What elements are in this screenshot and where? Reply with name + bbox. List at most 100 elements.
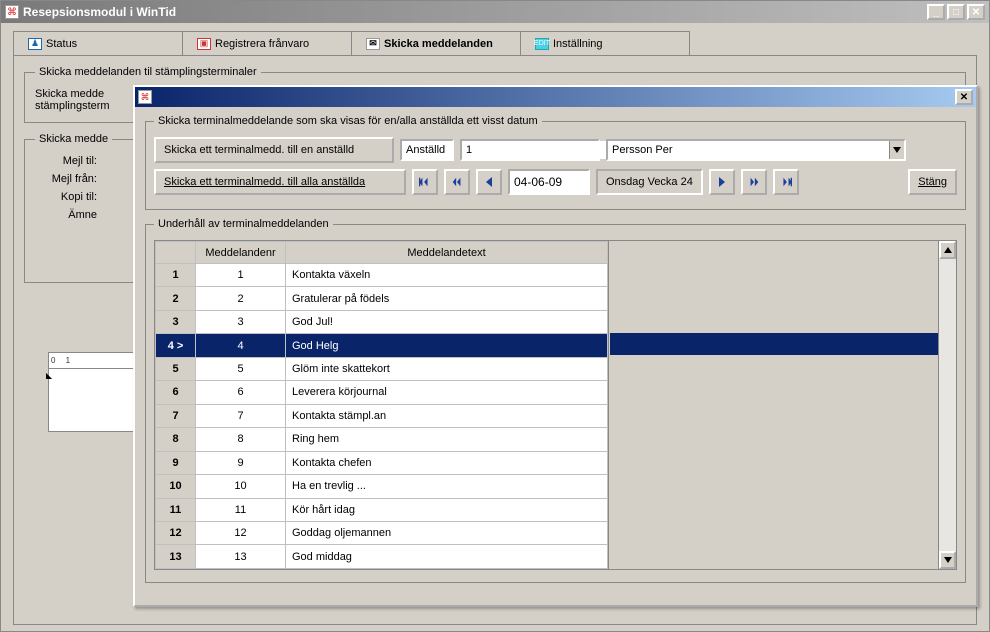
group-maintenance: Underhåll av terminalmeddelanden Meddela… [145,218,966,583]
person-combo[interactable] [606,139,906,161]
cell-nr[interactable]: 2 [196,287,286,310]
nav-next-fast-button[interactable] [741,169,767,195]
tab-registrera[interactable]: ▣ Registrera frånvaro [182,31,352,55]
table-row[interactable]: 33God Jul! [156,310,608,333]
cell-text[interactable]: Leverera körjournal [286,381,608,404]
row-header[interactable]: 2 [156,287,196,310]
label-kopi-til: Kopi til: [35,191,97,203]
anstalld-combo[interactable] [460,139,600,161]
dialog-close-button[interactable]: ✕ [955,89,973,105]
cell-text[interactable]: Kontakta stämpl.an [286,404,608,427]
cell-text[interactable]: Kontakta chefen [286,451,608,474]
stang-button[interactable]: Stäng [908,169,957,195]
row-header[interactable]: 10 [156,475,196,498]
cell-nr[interactable]: 6 [196,381,286,404]
messages-table[interactable]: Meddelandenr Meddelandetext 11Kontakta v… [155,241,608,569]
scroll-down-button[interactable] [939,551,956,569]
cell-nr[interactable]: 12 [196,521,286,544]
nav-next-button[interactable] [709,169,735,195]
minimize-button[interactable]: _ [927,4,945,20]
anstalld-input[interactable] [462,141,612,159]
table-row[interactable]: 1212Goddag oljemannen [156,521,608,544]
table-row[interactable]: 4 >4God Helg [156,334,608,357]
cell-nr[interactable]: 5 [196,357,286,380]
cell-nr[interactable]: 3 [196,310,286,333]
date-input[interactable] [508,169,590,195]
scroll-track[interactable] [939,259,956,551]
table-row[interactable]: 1111Kör hårt idag [156,498,608,521]
status-icon: ♟ [28,38,42,50]
cell-text[interactable]: Glöm inte skattekort [286,357,608,380]
cell-text[interactable]: God middag [286,545,608,569]
tab-skicka[interactable]: ✉ Skicka meddelanden [351,31,521,55]
person-dropdown-icon[interactable] [889,141,904,159]
tab-status[interactable]: ♟ Status [13,31,183,55]
cell-nr[interactable]: 11 [196,498,286,521]
cell-nr[interactable]: 8 [196,428,286,451]
label-amne: Ämne [35,209,97,221]
cell-text[interactable]: Ring hem [286,428,608,451]
cell-text[interactable]: Kör hårt idag [286,498,608,521]
row-header[interactable]: 5 [156,357,196,380]
maximize-button[interactable]: □ [947,4,965,20]
tab-registrera-label: Registrera frånvaro [215,38,309,50]
tab-installning[interactable]: EDIT Inställning [520,31,690,55]
cell-text[interactable]: God Helg [286,334,608,357]
row-header[interactable]: 12 [156,521,196,544]
dialog-titlebar: ⌘ ✕ [135,87,976,107]
send-to-one-button[interactable]: Skicka ett terminalmedd. till en anställ… [154,137,394,163]
table-row[interactable]: 66Leverera körjournal [156,381,608,404]
cell-nr[interactable]: 1 [196,264,286,287]
cell-nr[interactable]: 13 [196,545,286,569]
nav-first-button[interactable] [412,169,438,195]
row-header[interactable]: 7 [156,404,196,427]
cell-nr[interactable]: 4 [196,334,286,357]
label-mejl-til: Mejl til: [35,155,97,167]
table-row[interactable]: 22Gratulerar på födels [156,287,608,310]
table-row[interactable]: 55Glöm inte skattekort [156,357,608,380]
row-header[interactable]: 3 [156,310,196,333]
table-row[interactable]: 99Kontakta chefen [156,451,608,474]
row-header[interactable]: 9 [156,451,196,474]
table-row[interactable]: 1010Ha en trevlig ... [156,475,608,498]
row-header[interactable]: 13 [156,545,196,569]
close-button[interactable]: ✕ [967,4,985,20]
row-header[interactable]: 6 [156,381,196,404]
nav-prev-fast-button[interactable] [444,169,470,195]
vertical-scrollbar[interactable] [938,241,956,569]
row-header[interactable]: 1 [156,264,196,287]
table-row[interactable]: 11Kontakta växeln [156,264,608,287]
table-row[interactable]: 1313God middag [156,545,608,569]
label-mejl-fran: Mejl från: [35,173,97,185]
table-row[interactable]: 77Kontakta stämpl.an [156,404,608,427]
cell-text[interactable]: Kontakta växeln [286,264,608,287]
row-header[interactable]: 11 [156,498,196,521]
table-row[interactable]: 88Ring hem [156,428,608,451]
cell-text[interactable]: Ha en trevlig ... [286,475,608,498]
send-to-one-label: Skicka ett terminalmedd. till en anställ… [164,144,354,156]
tab-bar: ♟ Status ▣ Registrera frånvaro ✉ Skicka … [13,31,689,55]
scroll-up-button[interactable] [939,241,956,259]
send-to-all-button[interactable]: Skicka ett terminalmedd. till alla anstä… [154,169,406,195]
dialog-body: Skicka terminalmeddelande som ska visas … [135,107,976,599]
nav-prev-button[interactable] [476,169,502,195]
cell-text[interactable]: God Jul! [286,310,608,333]
group-mail-legend: Skicka medde [35,133,112,145]
app-icon: ⌘ [5,5,19,19]
window-title: Resepsionsmodul i WinTid [23,5,927,19]
cell-text[interactable]: Goddag oljemannen [286,521,608,544]
col-text[interactable]: Meddelandetext [286,242,608,264]
nav-last-button[interactable] [773,169,799,195]
col-nr[interactable]: Meddelandenr [196,242,286,264]
cell-text[interactable]: Gratulerar på födels [286,287,608,310]
dialog-app-icon: ⌘ [138,90,152,104]
cell-nr[interactable]: 9 [196,451,286,474]
send-icon: ✉ [366,38,380,50]
cell-nr[interactable]: 7 [196,404,286,427]
row-header[interactable]: 4 > [156,334,196,357]
stang-label: Stäng [918,176,947,188]
cell-nr[interactable]: 10 [196,475,286,498]
row-header[interactable]: 8 [156,428,196,451]
settings-icon: EDIT [535,38,549,50]
person-input[interactable] [608,141,889,159]
